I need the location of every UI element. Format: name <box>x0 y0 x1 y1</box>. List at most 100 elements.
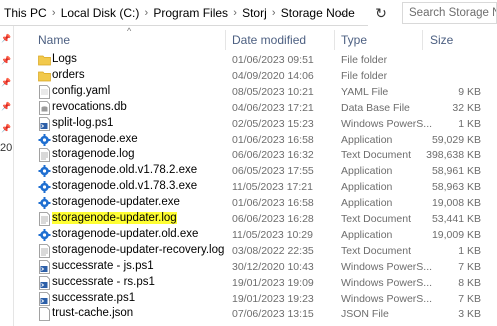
text-file-icon <box>38 243 50 258</box>
search-placeholder: Search Storage Node <box>409 7 496 19</box>
file-type: Windows PowerS... <box>341 260 433 273</box>
file-name[interactable]: revocations.db <box>52 101 127 113</box>
file-date-modified: 04/09/2020 14:06 <box>232 69 314 82</box>
file-row[interactable]: successrate.ps1 19/01/2023 19:23 Windows P… <box>14 291 497 308</box>
breadcrumb-storj[interactable]: Storj <box>242 6 267 20</box>
file-date-modified: 03/08/2022 22:35 <box>232 244 314 257</box>
file-size: 53,441 KB <box>431 213 481 225</box>
pin-icon[interactable]: 📌 <box>1 78 11 87</box>
chevron-right-icon[interactable]: › <box>47 7 61 19</box>
file-size: 398,638 KB <box>426 149 481 162</box>
file-size: 32 KB <box>452 101 481 114</box>
json-file-icon <box>38 307 50 322</box>
file-type: Application <box>341 133 393 146</box>
pin-icon[interactable]: 📌 <box>1 124 11 133</box>
file-row[interactable]: config.yaml 08/05/2023 10:21 YAML File 9 KB <box>14 84 497 101</box>
sort-ascending-icon: ^ <box>127 26 132 36</box>
file-name[interactable]: successrate.ps1 <box>52 292 135 304</box>
file-name[interactable]: split-log.ps1 <box>52 117 113 129</box>
file-name[interactable]: storagenode-updater.old.exe <box>52 228 198 240</box>
file-type: Data Base File <box>341 101 410 114</box>
file-type: File folder <box>341 54 388 66</box>
app-gear-icon <box>38 196 51 210</box>
folder-icon <box>38 53 51 67</box>
file-date-modified: 08/05/2023 10:21 <box>232 85 314 98</box>
breadcrumb[interactable]: This PC › Local Disk (C:) › Program File… <box>0 0 368 26</box>
file-size: 58,963 KB <box>431 181 481 194</box>
column-header-date-modified[interactable]: Date modified <box>232 33 306 47</box>
file-row[interactable]: orders 04/09/2020 14:06 File folder <box>14 68 497 85</box>
nav-pane-label-fragment: 20 <box>0 142 13 154</box>
address-history-dropdown-icon[interactable]: ⌄ <box>334 0 352 26</box>
file-name[interactable]: successrate - rs.ps1 <box>52 276 155 288</box>
file-name[interactable]: storagenode.old.v1.78.3.exe <box>52 180 197 192</box>
file-row[interactable]: Logs 01/06/2023 09:51 File folder <box>14 52 497 69</box>
file-row[interactable]: storagenode.exe 01/06/2023 16:58 Applicati… <box>14 132 497 149</box>
file-name[interactable]: storagenode-updater.log <box>52 212 177 224</box>
file-name[interactable]: storagenode.exe <box>52 133 138 145</box>
column-header-name[interactable]: Name <box>38 33 70 47</box>
file-type: Windows PowerS... <box>341 292 433 305</box>
pin-icon[interactable]: 📌 <box>1 56 11 65</box>
file-row[interactable]: storagenode.old.v1.78.3.exe 11/05/2023 17… <box>14 179 497 196</box>
file-name[interactable]: storagenode-updater.exe <box>52 196 180 208</box>
file-name[interactable]: successrate - js.ps1 <box>52 260 154 272</box>
file-size: 59,029 KB <box>431 133 481 146</box>
file-date-modified: 06/06/2023 16:28 <box>232 213 314 225</box>
file-row[interactable]: successrate - rs.ps1 19/01/2023 19:09 Wind… <box>14 275 497 292</box>
file-type: Text Document <box>341 244 412 257</box>
file-name[interactable]: orders <box>52 69 85 81</box>
column-header-type[interactable]: Type <box>341 33 367 47</box>
powershell-script-icon <box>38 291 50 306</box>
file-name[interactable]: Logs <box>52 53 77 65</box>
chevron-right-icon[interactable]: › <box>267 7 281 19</box>
column-divider[interactable] <box>422 30 423 50</box>
file-row[interactable]: storagenode-updater.log 06/06/2023 16:28 T… <box>14 211 497 228</box>
file-date-modified: 06/05/2023 17:55 <box>232 165 314 178</box>
refresh-icon[interactable]: ↻ <box>370 0 392 26</box>
app-gear-icon <box>38 180 51 194</box>
column-divider[interactable] <box>225 30 226 50</box>
file-size: 7 KB <box>458 292 481 305</box>
file-name[interactable]: storagenode-updater-recovery.log <box>52 244 224 256</box>
pin-icon[interactable]: 📌 <box>1 34 11 43</box>
file-size: 1 KB <box>458 244 481 257</box>
file-name[interactable]: storagenode.log <box>52 148 134 160</box>
breadcrumb-local-disk[interactable]: Local Disk (C:) <box>61 6 140 20</box>
navigation-pane[interactable]: 📌 📌 📌 📌 📌 20 <box>0 26 14 326</box>
file-size: 58,961 KB <box>431 165 481 178</box>
document-icon <box>38 84 50 99</box>
file-row[interactable]: storagenode-updater-recovery.log 03/08/20… <box>14 243 497 260</box>
chevron-right-icon[interactable]: › <box>139 7 153 19</box>
file-row[interactable]: storagenode.log 06/06/2023 16:32 Text Docu… <box>14 147 497 164</box>
breadcrumb-this-pc[interactable]: This PC <box>4 6 47 20</box>
file-row[interactable]: successrate - js.ps1 30/12/2020 10:43 Wind… <box>14 259 497 276</box>
file-row[interactable]: storagenode-updater.exe 01/06/2023 16:58 A… <box>14 195 497 212</box>
file-date-modified: 06/06/2023 16:32 <box>232 149 314 162</box>
column-header-size[interactable]: Size <box>430 33 453 47</box>
file-name[interactable]: storagenode.old.v1.78.2.exe <box>52 164 197 176</box>
file-name[interactable]: trust-cache.json <box>52 307 133 319</box>
search-input[interactable]: Search Storage Node <box>402 2 497 24</box>
file-row[interactable]: trust-cache.json 07/06/2023 13:15 JSON Fil… <box>14 306 497 323</box>
file-row[interactable]: storagenode.old.v1.78.2.exe 06/05/2023 17… <box>14 163 497 180</box>
file-name[interactable]: config.yaml <box>52 85 110 97</box>
file-type: Application <box>341 181 393 194</box>
file-date-modified: 19/01/2023 19:09 <box>232 276 314 289</box>
breadcrumb-program-files[interactable]: Program Files <box>153 6 228 20</box>
file-size: 1 KB <box>458 117 481 130</box>
file-date-modified: 30/12/2020 10:43 <box>232 260 314 273</box>
powershell-script-icon <box>38 275 50 290</box>
pin-icon[interactable]: 📌 <box>1 102 11 111</box>
column-divider[interactable] <box>334 30 335 50</box>
text-file-icon <box>38 212 50 226</box>
file-row[interactable]: split-log.ps1 02/05/2023 15:23 Windows Pow… <box>14 116 497 133</box>
chevron-right-icon[interactable]: › <box>228 7 242 19</box>
file-row[interactable]: storagenode-updater.old.exe 11/05/2023 10… <box>14 227 497 244</box>
file-row[interactable]: revocations.db 04/06/2023 17:21 Data Base … <box>14 100 497 117</box>
file-type: Application <box>341 228 393 241</box>
file-date-modified: 01/06/2023 09:51 <box>232 54 314 66</box>
app-gear-icon <box>38 228 51 242</box>
file-type: File folder <box>341 69 388 82</box>
file-date-modified: 04/06/2023 17:21 <box>232 101 314 114</box>
